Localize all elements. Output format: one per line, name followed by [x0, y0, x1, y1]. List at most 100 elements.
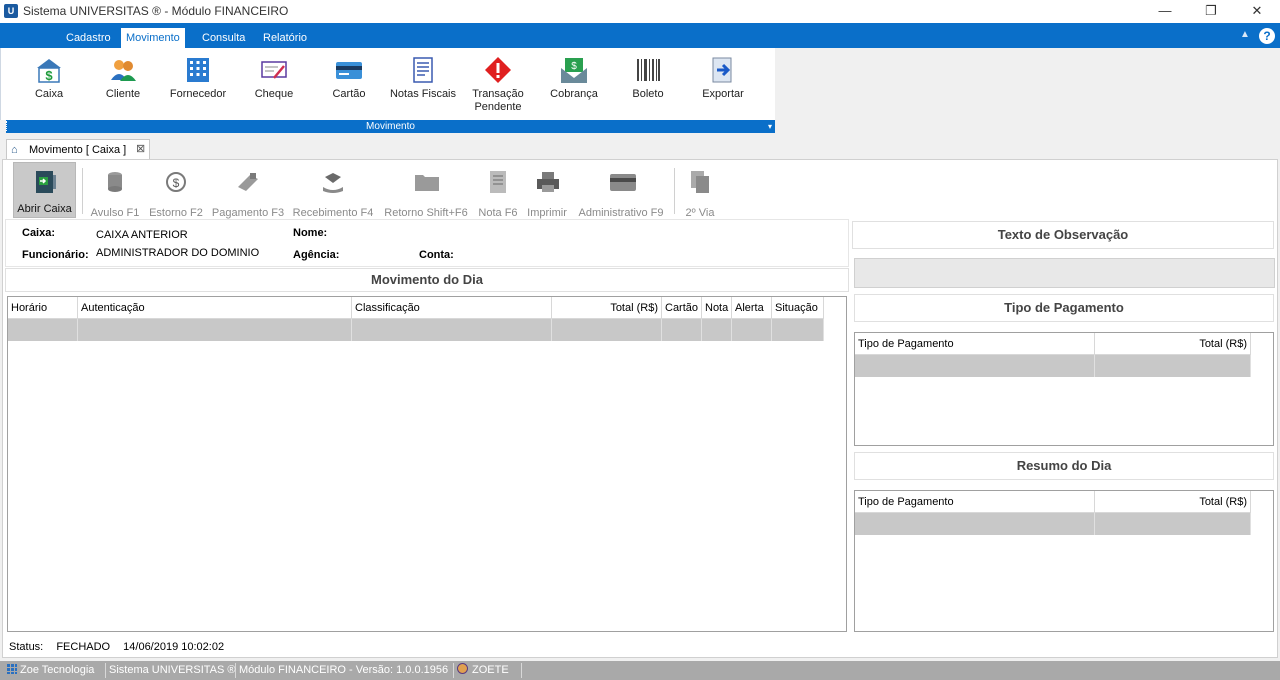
table-cell: [78, 319, 352, 341]
ribbon-button-label: Caixa: [34, 88, 64, 100]
segunda-via-button[interactable]: 2º Via: [681, 163, 719, 219]
table-cell: [702, 319, 732, 341]
ribbon-exportar-button[interactable]: Exportar: [688, 52, 758, 118]
table-cell: [352, 319, 552, 341]
ribbon-group-movimento: Movimento ▾: [6, 120, 775, 133]
administrativo-button[interactable]: Administrativo F9: [574, 163, 668, 219]
ribbon-cobranca-button[interactable]: $ Cobrança: [539, 52, 609, 118]
menu-tab-consulta[interactable]: Consulta: [197, 28, 250, 48]
column-cartao[interactable]: Cartão: [662, 297, 702, 319]
close-tab-icon[interactable]: ⊠: [136, 142, 145, 155]
minimize-button[interactable]: —: [1142, 0, 1188, 23]
column-nota[interactable]: Nota: [702, 297, 732, 319]
close-window-button[interactable]: ✕: [1234, 0, 1280, 23]
column-classificacao[interactable]: Classificação: [352, 297, 552, 319]
table-row[interactable]: [855, 355, 1251, 377]
grid-header: Tipo de Pagamento Total (R$): [855, 333, 1251, 355]
ribbon-cliente-button[interactable]: Cliente: [88, 52, 158, 118]
agencia-label: Agência:: [293, 249, 340, 261]
column-alerta[interactable]: Alerta: [732, 297, 772, 319]
ribbon-button-label: Notas Fiscais: [389, 88, 457, 100]
retorno-button[interactable]: Retorno Shift+F6: [379, 163, 473, 219]
restore-button[interactable]: ❐: [1188, 0, 1234, 23]
toolbar-button-label: Avulso F1: [90, 207, 140, 219]
menu-tab-cadastro[interactable]: Cadastro: [61, 28, 116, 48]
status-datetime: 14/06/2019 10:02:02: [123, 641, 225, 653]
export-icon: [709, 56, 737, 84]
refund-icon: $: [164, 169, 188, 195]
table-cell: [855, 355, 1095, 377]
title-bar: U Sistema UNIVERSITAS ® - Módulo FINANCE…: [0, 0, 1280, 23]
svg-text:$: $: [173, 176, 180, 190]
imprimir-button[interactable]: Imprimir: [523, 163, 571, 219]
nome-label: Nome:: [293, 227, 328, 239]
table-row[interactable]: [8, 319, 824, 341]
column-total[interactable]: Total (R$): [1095, 491, 1251, 513]
column-tipo-pagamento[interactable]: Tipo de Pagamento: [855, 491, 1095, 513]
grid-icon: [7, 664, 17, 674]
resumo-do-dia-title: Resumo do Dia: [854, 452, 1274, 480]
caixa-label: Caixa:: [22, 227, 56, 239]
users-icon: [109, 56, 137, 84]
ribbon-boleto-button[interactable]: Boleto: [613, 52, 683, 118]
toolbar-button-label: Abrir Caixa: [17, 203, 72, 215]
movimento-caixa-panel: Abrir Caixa Avulso F1 $ Estorno F2 Pagam…: [2, 159, 1278, 658]
ribbon-button-label: Cheque: [254, 88, 294, 100]
movimento-grid[interactable]: Horário Autenticação Classificação Total…: [7, 296, 847, 632]
open-cash-icon: [33, 169, 57, 195]
help-icon[interactable]: ?: [1259, 28, 1275, 44]
avulso-button[interactable]: Avulso F1: [87, 163, 143, 219]
ribbon-grip: [6, 121, 9, 131]
caixa-info-box: Caixa: CAIXA ANTERIOR Funcionário: ADMIN…: [5, 219, 849, 267]
column-total[interactable]: Total (R$): [1095, 333, 1251, 355]
ribbon-cartao-button[interactable]: Cartão: [314, 52, 384, 118]
module-version: Módulo FINANCEIRO - Versão: 1.0.0.1956: [236, 663, 454, 678]
table-row[interactable]: [855, 513, 1251, 535]
status-line: Status: FECHADO 14/06/2019 10:02:02: [9, 641, 234, 653]
table-cell: [1095, 513, 1251, 535]
tipo-pagamento-title: Tipo de Pagamento: [854, 294, 1274, 322]
ribbon-notas-fiscais-button[interactable]: Notas Fiscais: [388, 52, 458, 118]
ribbon-transacao-pendente-button[interactable]: Transação Pendente: [463, 52, 533, 118]
tab-label: Movimento [ Caixa ]: [29, 144, 127, 156]
grid-header: Tipo de Pagamento Total (R$): [855, 491, 1251, 513]
tab-movimento-caixa[interactable]: ⌂ Movimento [ Caixa ] ⊠: [6, 139, 150, 160]
observacao-text-field[interactable]: [854, 258, 1275, 288]
toolbar-button-label: Pagamento F3: [211, 207, 285, 219]
ribbon-button-label: Cliente: [105, 88, 141, 100]
estorno-button[interactable]: $ Estorno F2: [145, 163, 207, 219]
movimento-do-dia-title: Movimento do Dia: [5, 268, 849, 292]
abrir-caixa-button[interactable]: Abrir Caixa: [13, 162, 76, 218]
ribbon-options-icon[interactable]: ▾: [768, 120, 772, 133]
pagamento-button[interactable]: Pagamento F3: [208, 163, 288, 219]
table-cell: [662, 319, 702, 341]
ribbon-button-label: Cartão: [332, 88, 366, 100]
table-cell: [732, 319, 772, 341]
ribbon-cheque-button[interactable]: Cheque: [239, 52, 309, 118]
system-name: Sistema UNIVERSITAS ®: [106, 663, 236, 678]
tipo-pagamento-grid[interactable]: Tipo de Pagamento Total (R$): [854, 332, 1274, 446]
ribbon-button-label: Transação Pendente: [472, 88, 524, 113]
ribbon-caixa-button[interactable]: $ Caixa: [14, 52, 84, 118]
ribbon-fornecedor-button[interactable]: Fornecedor: [163, 52, 233, 118]
nota-button[interactable]: Nota F6: [476, 163, 520, 219]
card-icon: [609, 169, 636, 195]
collapse-ribbon-icon[interactable]: ▲: [1240, 29, 1250, 40]
menu-tab-relatorio[interactable]: Relatório: [258, 28, 312, 48]
column-horario[interactable]: Horário: [8, 297, 78, 319]
column-total[interactable]: Total (R$): [552, 297, 662, 319]
table-cell: [552, 319, 662, 341]
column-situacao[interactable]: Situação: [772, 297, 824, 319]
recebimento-button[interactable]: Recebimento F4: [290, 163, 376, 219]
resumo-grid[interactable]: Tipo de Pagamento Total (R$): [854, 490, 1274, 632]
window-title: Sistema UNIVERSITAS ® - Módulo FINANCEIR…: [23, 4, 289, 18]
toolbar-button-label: Recebimento F4: [292, 207, 374, 219]
column-autenticacao[interactable]: Autenticação: [78, 297, 352, 319]
payment-icon: [236, 169, 260, 195]
conta-label: Conta:: [419, 249, 454, 261]
grid-header: Horário Autenticação Classificação Total…: [8, 297, 824, 319]
table-cell: [8, 319, 78, 341]
menu-tab-movimento[interactable]: Movimento: [121, 28, 185, 48]
column-tipo-pagamento[interactable]: Tipo de Pagamento: [855, 333, 1095, 355]
caixa-value: CAIXA ANTERIOR: [96, 229, 188, 241]
